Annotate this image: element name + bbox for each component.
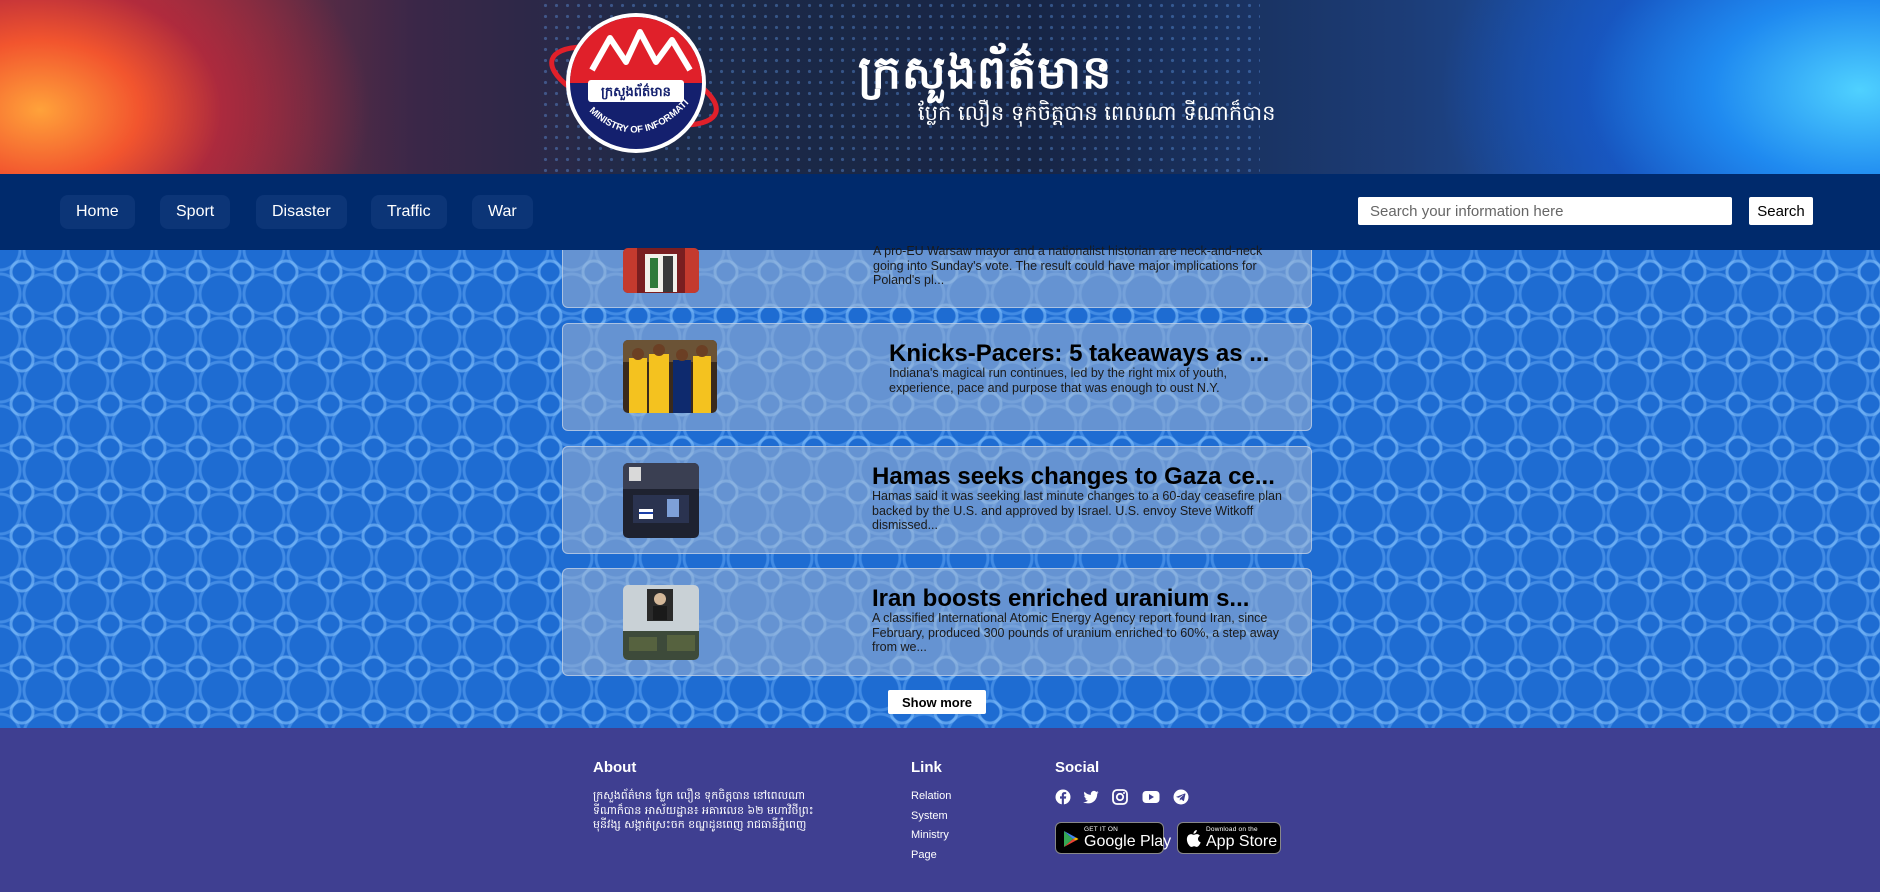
basketball-players-image bbox=[623, 340, 717, 413]
footer-about-text: ក្រសួងព័ត៌មាន ប្លែក លឿន ទុកចិត្តបាន នៅពេ… bbox=[593, 789, 814, 831]
nav-home[interactable]: Home bbox=[60, 195, 135, 229]
twitter-icon[interactable] bbox=[1083, 789, 1099, 805]
search-button[interactable]: Search bbox=[1749, 197, 1813, 225]
logo-kh-text: ក្រសួងព័ត៌មាន bbox=[601, 83, 671, 101]
telegram-icon[interactable] bbox=[1173, 789, 1189, 805]
app-store-badge[interactable]: Download on the App Store bbox=[1177, 822, 1281, 854]
news-card[interactable]: Knicks-Pacers: 5 takeaways as ... Indian… bbox=[562, 323, 1312, 431]
footer-link-page[interactable]: Page bbox=[911, 849, 937, 861]
news-card[interactable]: A pro-EU Warsaw mayor and a nationalist … bbox=[562, 244, 1312, 308]
article-summary: A pro-EU Warsaw mayor and a nationalist … bbox=[873, 244, 1263, 287]
ministry-logo[interactable]: ក្រសួងព័ត៌មាន MINISTRY OF INFORMATION bbox=[544, 10, 726, 156]
app-store-big-text: App Store bbox=[1206, 833, 1278, 850]
youtube-icon[interactable] bbox=[1142, 789, 1160, 805]
nav-disaster[interactable]: Disaster bbox=[256, 195, 347, 229]
nav-war[interactable]: War bbox=[472, 195, 533, 229]
footer-social-heading: Social bbox=[1055, 759, 1100, 776]
news-card[interactable]: Hamas seeks changes to Gaza ce... Hamas … bbox=[562, 446, 1312, 554]
press-conference-image bbox=[623, 463, 699, 538]
article-summary: A classified International Atomic Energy… bbox=[872, 611, 1279, 654]
nav-sport[interactable]: Sport bbox=[160, 195, 231, 229]
article-title[interactable]: Knicks-Pacers: 5 takeaways as ... bbox=[889, 340, 1269, 368]
article-summary: Hamas said it was seeking last minute ch… bbox=[872, 489, 1282, 532]
article-title[interactable]: Hamas seeks changes to Gaza ce... bbox=[872, 463, 1275, 491]
app-store-small-text: Download on the bbox=[1206, 826, 1258, 833]
header-banner: ក្រសួងព័ត៌មាន MINISTRY OF INFORMATION ក្… bbox=[0, 0, 1880, 174]
footer-about-heading: About bbox=[593, 759, 637, 776]
footer-link-heading: Link bbox=[911, 759, 942, 776]
google-play-small-text: GET IT ON bbox=[1084, 826, 1119, 833]
facebook-icon[interactable] bbox=[1055, 789, 1071, 805]
election-podium-image bbox=[623, 248, 699, 293]
nav-traffic[interactable]: Traffic bbox=[371, 195, 447, 229]
footer-link-ministry[interactable]: Ministry bbox=[911, 829, 949, 841]
news-card[interactable]: Iran boosts enriched uranium s... A clas… bbox=[562, 568, 1312, 676]
site-slogan: ប្លែក លឿន ទុកចិត្តបាន ពេលណា ទីណាក៏បាន bbox=[918, 101, 1276, 125]
article-summary: Indiana's magical run continues, led by … bbox=[889, 366, 1227, 395]
footer: About ក្រសួងព័ត៌មាន ប្លែក លឿន ទុកចិត្តបា… bbox=[0, 728, 1880, 892]
military-parade-image bbox=[623, 585, 699, 660]
footer-link-relation[interactable]: Relation bbox=[911, 790, 951, 802]
show-more-button[interactable]: Show more bbox=[888, 690, 986, 714]
google-play-badge[interactable]: GET IT ON Google Play bbox=[1055, 822, 1171, 854]
instagram-icon[interactable] bbox=[1112, 789, 1128, 805]
apple-icon bbox=[1186, 830, 1201, 847]
footer-link-system[interactable]: System bbox=[911, 810, 948, 822]
google-play-icon bbox=[1064, 831, 1079, 847]
google-play-big-text: Google Play bbox=[1084, 833, 1172, 850]
article-title[interactable]: Iran boosts enriched uranium s... bbox=[872, 585, 1249, 613]
search-input[interactable] bbox=[1358, 197, 1732, 225]
